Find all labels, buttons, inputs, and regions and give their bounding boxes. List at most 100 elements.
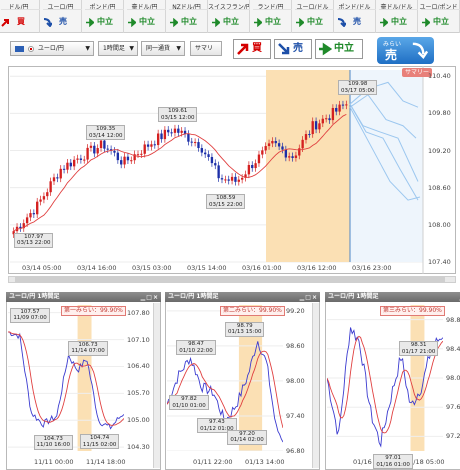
close-icon[interactable]: × — [153, 294, 158, 301]
maximize-icon[interactable]: □ — [305, 294, 311, 301]
pair-cell[interactable]: ポンド/ドル売 — [334, 0, 376, 33]
pair-signal-sell: 売 — [59, 17, 67, 26]
mirai-forecast-button[interactable]: みらい 売 — [377, 37, 434, 64]
price-annotation: 104.74 11/15 02:00 — [79, 434, 120, 450]
annotation-time: 01/16 01:00 — [376, 461, 410, 468]
candle-body — [247, 164, 251, 175]
sell-button-label: 売 — [293, 43, 303, 54]
chevron-down-icon: ▼ — [176, 45, 181, 52]
candle-body — [311, 121, 314, 135]
candle-body — [210, 156, 214, 164]
candle-body — [177, 128, 180, 133]
annotation-time: 11/15 02:00 — [82, 441, 117, 448]
y-axis-tick-label: 98.00 — [446, 374, 460, 382]
y-axis-tick-label: 98.40 — [446, 344, 460, 353]
candle-body — [140, 153, 143, 155]
similarity-badge: 第二みらい：99.90% — [220, 306, 285, 316]
pair-cell[interactable]: 豪ドル/ドル 中立 — [376, 0, 418, 33]
chevron-down-icon: ▼ — [129, 45, 134, 52]
sell-button[interactable]: 売 — [274, 39, 312, 59]
pair-cell[interactable]: ランド/円 中立 — [250, 0, 292, 33]
horizontal-scrollbar[interactable] — [8, 276, 456, 283]
pair-cell[interactable]: ポンド/円 中立 — [82, 0, 124, 33]
annotation-time: 01/13 15:00 — [228, 329, 262, 336]
x-axis-tick-label: 03/14 16:00 — [77, 264, 117, 272]
candle-body — [32, 213, 36, 215]
pair-signal-neutral: 中立 — [265, 17, 281, 26]
candle-body — [113, 150, 116, 153]
candle-body — [76, 158, 79, 160]
annotation-time: 01/10 01:00 — [172, 402, 206, 409]
arrow-right-icon — [128, 18, 136, 27]
arrow-right-icon — [86, 18, 94, 27]
currency-pair-select[interactable]: ユーロ/円 ▼ — [10, 41, 94, 56]
x-axis-tick-label: 03/15 14:00 — [187, 264, 227, 272]
buy-button-label: 買 — [252, 43, 262, 54]
candle-body — [197, 142, 200, 149]
candle-body — [66, 162, 69, 170]
annotation-time: 03/13 22:00 — [17, 240, 51, 247]
sub-chart — [8, 305, 124, 451]
candle-body — [150, 144, 153, 147]
x-axis-tick-label: 11/14 18:00 — [86, 458, 126, 466]
close-icon[interactable]: × — [312, 294, 317, 301]
price-annotation: 97.01 01/16 01:00 — [373, 454, 413, 470]
annotation-time: 11/14 07:00 — [71, 348, 105, 355]
candle-body — [234, 176, 237, 182]
minimize-icon[interactable]: ▁ — [141, 294, 146, 301]
y-axis-tick-label: 110.40 — [428, 72, 451, 81]
minimize-icon[interactable]: ▁ — [300, 294, 305, 301]
candle-body — [284, 149, 288, 158]
pair-cell[interactable]: ドル/円買 — [0, 0, 40, 33]
y-axis-tick-label: 98.00 — [286, 376, 305, 385]
candle-body — [49, 181, 52, 193]
pair-cell[interactable]: ユーロ/ドル 中立 — [292, 0, 334, 33]
pair-signal-neutral: 中立 — [139, 17, 155, 26]
vertical-scrollbar[interactable] — [153, 303, 160, 468]
chevron-down-icon: ▼ — [85, 45, 90, 52]
candle-body — [29, 213, 32, 218]
neutral-button[interactable]: 中立 — [315, 39, 363, 59]
candle-body — [126, 156, 130, 161]
pair-cell[interactable]: ユーロ/円売 — [40, 0, 82, 33]
annotation-time: 01/10 22:00 — [179, 347, 213, 354]
sync-select[interactable]: 同一通貨 ▼ — [141, 41, 185, 56]
pair-divider — [1, 9, 40, 10]
pair-divider — [253, 9, 292, 10]
x-axis-tick-label: 11/11 00:00 — [34, 458, 74, 466]
pair-signal-neutral: 中立 — [433, 17, 449, 26]
arrow-up-icon — [1, 19, 9, 27]
buy-button[interactable]: 買 — [233, 39, 271, 59]
price-annotation: 109.61 03/15 12:00 — [158, 107, 198, 123]
maximize-icon[interactable]: □ — [146, 294, 152, 301]
scrollbar-thumb[interactable] — [15, 277, 445, 282]
candle-body — [267, 143, 271, 147]
y-axis-tick-label: 107.80 — [127, 308, 150, 317]
vertical-scrollbar[interactable] — [312, 303, 319, 468]
candle-body — [173, 128, 177, 133]
x-axis-tick-label: 03/16 12:00 — [297, 264, 337, 272]
summary-button[interactable]: サマリ — [190, 41, 222, 56]
pair-cell[interactable]: スイスフラン/円 中立 — [208, 0, 250, 33]
candle-body — [308, 134, 311, 136]
window-controls[interactable]: ▁□× — [299, 293, 317, 303]
pair-cell[interactable]: ユーロ/ポンド 中立 — [418, 0, 460, 33]
pair-cell[interactable]: NZドル/円 中立 — [166, 0, 208, 33]
candle-body — [193, 142, 197, 144]
interval-select[interactable]: 1時間足 ▼ — [98, 41, 138, 56]
candle-body — [25, 217, 29, 224]
sub-chart-header: ユーロ/円 1時間足▁□× — [325, 292, 460, 302]
candle-body — [240, 177, 244, 180]
annotation-time: 01/14 02:00 — [230, 437, 264, 444]
sub-chart-header: ユーロ/円 1時間足▁□× — [165, 292, 320, 302]
window-controls[interactable]: ▁□× — [140, 293, 158, 303]
arrow-down-icon — [337, 18, 346, 27]
candle-body — [83, 159, 86, 161]
pair-cell[interactable]: 豪ドル/円 中立 — [124, 0, 166, 33]
x-axis-tick-label: 03/14 05:00 — [22, 264, 62, 272]
y-axis-tick-label: 97.20 — [446, 432, 460, 441]
similarity-badge: 第一みらい：99.90% — [61, 306, 126, 316]
y-axis-tick-label: 106.40 — [127, 362, 150, 371]
pair-signal-neutral: 中立 — [223, 17, 239, 26]
y-axis-tick-label: 105.00 — [127, 416, 150, 425]
